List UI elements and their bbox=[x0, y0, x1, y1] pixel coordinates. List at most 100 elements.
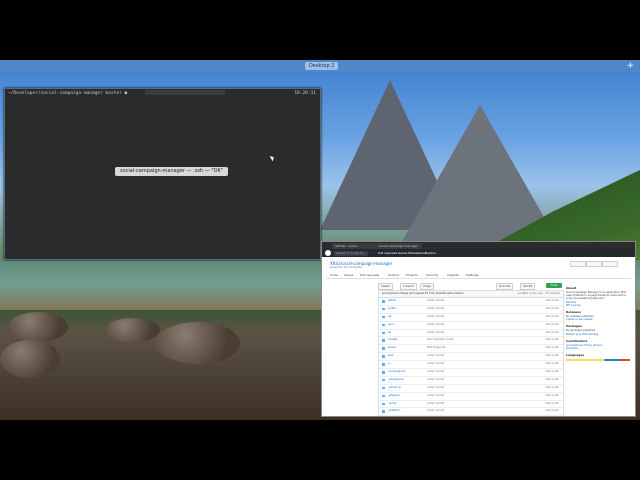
file-row[interactable]: db Initial commit last month bbox=[379, 314, 563, 322]
file-row[interactable]: .dockerignore Initial commit last month bbox=[379, 369, 563, 377]
file-commit-message[interactable]: Initial commit bbox=[427, 306, 444, 313]
terminal-window[interactable]: ~/Developer/social-campaign-manager mast… bbox=[4, 88, 321, 260]
file-date: last month bbox=[545, 377, 559, 381]
notification-toast: social-campaign-manager — .ssh — "OK" bbox=[115, 167, 229, 176]
tab-pull-requests[interactable]: Pull requests bbox=[360, 273, 379, 277]
file-row[interactable]: ui Initial commit last month bbox=[379, 361, 563, 370]
tab-code[interactable]: Code bbox=[330, 273, 338, 277]
file-row[interactable]: config Initial commit last month bbox=[379, 306, 563, 314]
tab-actions[interactable]: Actions bbox=[388, 273, 399, 277]
tab-projects[interactable]: Projects bbox=[406, 273, 418, 277]
file-row[interactable]: .npmrc Initial commit last month bbox=[379, 401, 563, 409]
file-name[interactable]: db bbox=[388, 314, 391, 321]
add-file-button[interactable]: Add file bbox=[520, 283, 536, 290]
file-row[interactable]: .prettierrc Initial commit last month bbox=[379, 408, 563, 416]
branch-select[interactable]: master bbox=[378, 283, 393, 290]
file-name[interactable]: .dockerignore bbox=[388, 369, 405, 376]
file-name[interactable]: .prettierrc bbox=[388, 408, 400, 415]
file-row[interactable]: .gitignore Initial commit last month bbox=[379, 393, 563, 401]
folder-icon bbox=[382, 331, 385, 335]
file-name[interactable]: lib bbox=[388, 330, 391, 337]
add-desktop-icon[interactable]: + bbox=[626, 60, 634, 72]
file-name[interactable]: .eslintrc.js bbox=[388, 385, 401, 392]
file-row[interactable]: github Initial commit last month bbox=[379, 298, 563, 306]
file-name[interactable]: models bbox=[388, 337, 397, 344]
terminal-tab[interactable] bbox=[145, 90, 225, 95]
folder-icon bbox=[382, 378, 385, 382]
file-commit-message[interactable]: Initial commit bbox=[427, 322, 444, 329]
commit-meta[interactable]: eced6e7 2 days ago · 15 commits bbox=[518, 291, 560, 297]
file-row[interactable]: docs Initial commit last month bbox=[379, 322, 563, 330]
file-commit-message[interactable]: Initial commit bbox=[427, 353, 444, 360]
file-date: last month bbox=[545, 299, 559, 302]
file-commit-message[interactable]: Initial commit bbox=[427, 298, 444, 305]
tab-security[interactable]: Security bbox=[426, 273, 438, 277]
file-name[interactable]: .gitignore bbox=[388, 393, 400, 400]
file-date: last month bbox=[545, 330, 559, 334]
contributor[interactable]: jrhamilton bbox=[566, 347, 630, 350]
latest-commit: princejohnson Merge pull request #1 from… bbox=[379, 291, 563, 298]
file-date: last month bbox=[545, 346, 559, 350]
branches-link[interactable]: 1 branch bbox=[400, 283, 418, 290]
file-name[interactable]: .eslintignore bbox=[388, 377, 404, 384]
rock bbox=[105, 318, 160, 342]
fork-button[interactable] bbox=[602, 261, 618, 267]
nav-issues[interactable]: Issues bbox=[398, 250, 407, 256]
file-row[interactable]: test Initial commit last month bbox=[379, 353, 563, 362]
file-row[interactable]: models Add integration tests last month bbox=[379, 337, 563, 346]
watch-button[interactable] bbox=[570, 261, 586, 267]
nav-pull-requests[interactable]: Pull requests bbox=[378, 250, 397, 256]
file-commit-message[interactable]: Initial commit bbox=[427, 330, 444, 337]
file-date: last month bbox=[545, 393, 559, 397]
file-name[interactable]: test bbox=[388, 353, 393, 360]
terminal-time: 18:20:11 bbox=[294, 91, 316, 96]
file-commit-message[interactable]: Initial commit bbox=[427, 385, 444, 392]
file-commit-message[interactable]: Initial commit bbox=[427, 361, 444, 368]
tab-settings[interactable]: Settings bbox=[466, 273, 478, 277]
file-name[interactable]: github bbox=[388, 298, 396, 305]
browser-window[interactable]: GitHub · social-campaign... social-campa… bbox=[321, 241, 636, 417]
tab-insights[interactable]: Insights bbox=[447, 273, 459, 277]
file-name[interactable]: docs bbox=[388, 322, 394, 329]
desktop-label[interactable]: Desktop 2 bbox=[305, 62, 339, 70]
go-to-file-button[interactable]: Go to file bbox=[496, 283, 514, 290]
file-commit-message[interactable]: Initial commit bbox=[427, 377, 444, 384]
file-row[interactable]: server MVP Trigger fix last month bbox=[379, 345, 563, 354]
code-button[interactable]: Code bbox=[546, 283, 562, 288]
nav-marketplace[interactable]: Marketplace bbox=[408, 250, 426, 256]
star-button[interactable] bbox=[586, 261, 602, 267]
file-commit-message[interactable]: Initial commit bbox=[427, 416, 444, 417]
search-input[interactable]: Search or jump to... bbox=[334, 250, 368, 256]
file-commit-message[interactable]: Initial commit bbox=[427, 369, 444, 376]
file-name[interactable]: server bbox=[388, 345, 396, 352]
file-commit-message[interactable]: Add integration tests bbox=[427, 337, 453, 344]
language-bar bbox=[566, 359, 630, 361]
file-commit-message[interactable]: MVP Trigger fix bbox=[427, 345, 446, 352]
folder-icon bbox=[382, 371, 385, 374]
create-release-link[interactable]: Create a new release bbox=[566, 318, 630, 321]
folder-icon bbox=[382, 394, 385, 398]
file-row[interactable]: .eslintrc.js Initial commit last month bbox=[379, 385, 563, 393]
folder-icon bbox=[382, 363, 385, 366]
github-header: Search or jump to... Pull requests Issue… bbox=[322, 249, 635, 257]
file-commit-message[interactable]: Initial commit bbox=[427, 314, 444, 321]
folder-icon bbox=[382, 355, 385, 358]
nav-explore[interactable]: Explore bbox=[425, 250, 436, 256]
file-commit-message[interactable]: Initial commit bbox=[427, 408, 444, 415]
tab-issues[interactable]: Issues bbox=[344, 273, 353, 277]
file-row[interactable]: .eslintignore Initial commit last month bbox=[379, 377, 563, 385]
file-commit-message[interactable]: Initial commit bbox=[427, 393, 444, 400]
commit-message[interactable]: princejohnson Merge pull request #1 from… bbox=[382, 292, 464, 295]
file-name[interactable]: config bbox=[388, 306, 396, 313]
file-name[interactable]: .npmrc bbox=[388, 401, 397, 408]
tags-link[interactable]: 0 tags bbox=[420, 283, 434, 290]
file-row[interactable]: Dockerfile.prod Initial commit last month bbox=[379, 416, 563, 417]
github-logo-icon[interactable] bbox=[325, 250, 331, 256]
license-link[interactable]: MIT License bbox=[566, 304, 630, 307]
folder-icon bbox=[382, 323, 385, 327]
file-name[interactable]: ui bbox=[388, 361, 390, 368]
file-name[interactable]: Dockerfile.prod bbox=[388, 416, 407, 417]
publish-package-link[interactable]: Publish your first package bbox=[566, 333, 630, 336]
file-commit-message[interactable]: Initial commit bbox=[427, 401, 444, 408]
file-row[interactable]: lib Initial commit last month bbox=[379, 330, 563, 338]
